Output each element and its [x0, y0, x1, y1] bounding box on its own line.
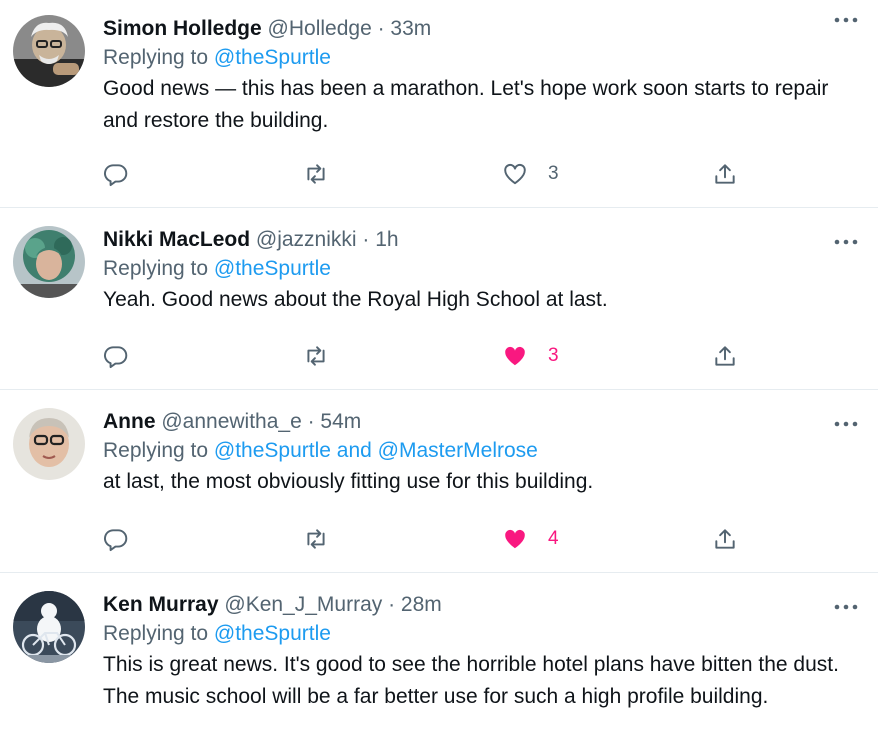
retweet-icon: [307, 164, 325, 184]
tweet-actions: 4: [103, 522, 878, 556]
reply-icon: [104, 529, 128, 552]
reply-icon: [104, 346, 128, 369]
more-icon[interactable]: [834, 414, 858, 434]
mention-link[interactable]: @theSpurtle: [214, 257, 331, 280]
display-name[interactable]: Nikki MacLeod: [103, 228, 250, 251]
avatar-image: [13, 591, 85, 663]
tweet-text: at last, the most obviously fitting use …: [103, 470, 594, 493]
like-button[interactable]: 3: [502, 339, 559, 373]
avatar-image: [13, 226, 85, 298]
share-icon: [715, 164, 735, 184]
tweet[interactable]: Ken Murray @Ken_J_Murray · 28m Replying …: [0, 573, 878, 734]
heart-outline-icon: [504, 163, 526, 185]
like-count: 3: [548, 163, 559, 184]
tweet-text: Yeah. Good news about the Royal High Sch…: [103, 288, 608, 311]
replying-prefix: Replying to: [103, 257, 209, 280]
replying-to-line: Replying to @theSpurtle: [103, 619, 864, 649]
like-button[interactable]: 4: [502, 522, 559, 556]
avatar-image: [13, 15, 85, 87]
replying-to-line: Replying to @theSpurtle and @MasterMelro…: [103, 436, 864, 466]
heart-filled-icon: [505, 346, 525, 366]
handle[interactable]: @Holledge: [268, 17, 372, 40]
mention-link[interactable]: @theSpurtle: [214, 622, 331, 645]
avatar[interactable]: [13, 591, 85, 663]
share-button[interactable]: [712, 157, 738, 191]
display-name[interactable]: Ken Murray: [103, 593, 219, 616]
replying-prefix: Replying to: [103, 46, 209, 69]
replying-to-line: Replying to @theSpurtle: [103, 254, 864, 284]
retweet-button[interactable]: [303, 339, 329, 373]
share-button[interactable]: [712, 522, 738, 556]
mention-link[interactable]: @theSpurtle and @MasterMelrose: [214, 439, 538, 462]
avatar[interactable]: [13, 15, 85, 87]
tweet-text: This is great news. It's good to see the…: [103, 653, 839, 708]
display-name[interactable]: Simon Holledge: [103, 17, 262, 40]
replying-to-line: Replying to @theSpurtle: [103, 43, 864, 73]
share-icon: [715, 346, 735, 366]
timestamp[interactable]: · 1h: [362, 228, 398, 251]
retweet-icon: [307, 529, 325, 549]
tweet-header: Anne @annewitha_e · 54m: [103, 408, 864, 436]
handle[interactable]: @Ken_J_Murray: [224, 593, 382, 616]
tweet-header: Ken Murray @Ken_J_Murray · 28m: [103, 591, 864, 619]
retweet-button[interactable]: [303, 522, 329, 556]
tweet-text: Good news — this has been a marathon. Le…: [103, 77, 829, 132]
retweet-button[interactable]: [303, 157, 329, 191]
heart-filled-icon: [505, 529, 525, 549]
like-count: 4: [548, 528, 559, 549]
tweet-header: Simon Holledge @Holledge · 33m: [103, 15, 864, 43]
reply-button[interactable]: [103, 339, 129, 373]
tweet[interactable]: Anne @annewitha_e · 54m Replying to @the…: [0, 390, 878, 573]
more-icon[interactable]: [834, 10, 858, 30]
tweet[interactable]: Simon Holledge @Holledge · 33m Replying …: [0, 0, 878, 208]
replying-prefix: Replying to: [103, 622, 209, 645]
like-count: 3: [548, 345, 559, 366]
share-button[interactable]: [712, 339, 738, 373]
share-icon: [715, 529, 735, 549]
reply-button[interactable]: [103, 157, 129, 191]
like-button[interactable]: 3: [502, 157, 559, 191]
mention-link[interactable]: @theSpurtle: [214, 46, 331, 69]
display-name[interactable]: Anne: [103, 410, 156, 433]
tweet[interactable]: Nikki MacLeod @jazznikki · 1h Replying t…: [0, 208, 878, 390]
handle[interactable]: @jazznikki: [256, 228, 357, 251]
timestamp[interactable]: · 28m: [388, 593, 442, 616]
reply-button[interactable]: [103, 522, 129, 556]
tweet-actions: 3: [103, 339, 878, 373]
tweet-header: Nikki MacLeod @jazznikki · 1h: [103, 226, 864, 254]
avatar[interactable]: [13, 226, 85, 298]
timestamp[interactable]: · 54m: [308, 410, 362, 433]
timestamp[interactable]: · 33m: [378, 17, 432, 40]
reply-icon: [104, 164, 128, 187]
more-icon[interactable]: [834, 232, 858, 252]
handle[interactable]: @annewitha_e: [161, 410, 301, 433]
retweet-icon: [307, 346, 325, 366]
avatar[interactable]: [13, 408, 85, 480]
more-icon[interactable]: [834, 597, 858, 617]
replying-prefix: Replying to: [103, 439, 209, 462]
avatar-image: [13, 408, 85, 480]
tweet-actions: 3: [103, 157, 878, 191]
